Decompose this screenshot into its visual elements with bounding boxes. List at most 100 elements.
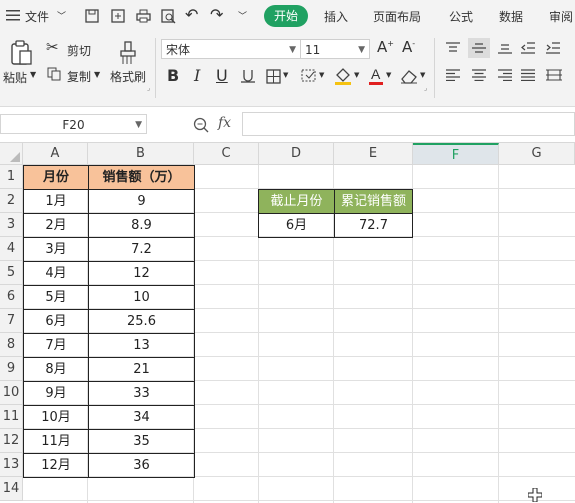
table-cell-sales[interactable]: 7.2 bbox=[88, 237, 195, 262]
col-header-f[interactable]: F bbox=[413, 143, 499, 165]
quick-access-dropdown-icon[interactable]: ﹀ bbox=[238, 9, 247, 22]
tab-home[interactable]: 开始 bbox=[264, 5, 308, 27]
format-painter-button[interactable]: 格式刷 bbox=[110, 68, 146, 85]
copy-dropdown-icon[interactable]: ▼ bbox=[94, 70, 100, 79]
font-expand-icon[interactable]: ⌟ bbox=[424, 84, 427, 92]
print-preview-icon[interactable] bbox=[160, 8, 176, 24]
col-header-d[interactable]: D bbox=[259, 143, 334, 165]
row-header-3[interactable]: 3 bbox=[0, 213, 23, 237]
chevron-down-icon[interactable]: ﹀ bbox=[57, 9, 66, 22]
table-cell-sales[interactable]: 35 bbox=[88, 429, 195, 454]
eraser-dropdown-icon[interactable]: ▼ bbox=[420, 71, 425, 79]
row-header-4[interactable]: 4 bbox=[0, 237, 23, 261]
col-header-g[interactable]: G bbox=[499, 143, 575, 165]
summary-cell-total[interactable]: 72.7 bbox=[334, 213, 413, 238]
strikethrough-icon[interactable] bbox=[240, 68, 256, 84]
increase-indent-icon[interactable] bbox=[545, 41, 561, 55]
bold-icon[interactable]: B bbox=[167, 66, 179, 85]
copy-icon[interactable] bbox=[46, 66, 62, 82]
table-cell-sales[interactable]: 34 bbox=[88, 405, 195, 430]
name-box[interactable]: F20 ▼ bbox=[0, 114, 147, 134]
row-header-2[interactable]: 2 bbox=[0, 189, 23, 213]
select-all-corner[interactable] bbox=[0, 143, 23, 165]
col-header-a[interactable]: A bbox=[23, 143, 88, 165]
align-right-icon[interactable] bbox=[497, 68, 513, 82]
tab-data[interactable]: 数据 bbox=[499, 8, 523, 25]
row-header-12[interactable]: 12 bbox=[0, 429, 23, 453]
italic-icon[interactable]: I bbox=[194, 66, 200, 85]
font-size-select[interactable]: 11 ▼ bbox=[300, 39, 370, 59]
zoom-icon[interactable] bbox=[192, 116, 210, 134]
table-cell-month[interactable]: 7月 bbox=[23, 333, 89, 358]
table-cell-month[interactable]: 6月 bbox=[23, 309, 89, 334]
fill-pattern-icon[interactable] bbox=[300, 68, 318, 84]
table-cell-sales[interactable]: 13 bbox=[88, 333, 195, 358]
table-cell-sales[interactable]: 25.6 bbox=[88, 309, 195, 334]
table-cell-month[interactable]: 12月 bbox=[23, 453, 89, 478]
table-header-month[interactable]: 月份 bbox=[23, 165, 89, 190]
undo-icon[interactable]: ↶ bbox=[185, 5, 198, 24]
print-icon[interactable] bbox=[135, 8, 151, 24]
decrease-indent-icon[interactable] bbox=[520, 41, 536, 55]
fill-pattern-dropdown-icon[interactable]: ▼ bbox=[319, 71, 324, 79]
table-header-sales[interactable]: 销售额（万） bbox=[88, 165, 195, 190]
format-painter-icon[interactable] bbox=[116, 40, 140, 66]
summary-header-total[interactable]: 累记销售额 bbox=[334, 189, 413, 214]
row-header-1[interactable]: 1 bbox=[0, 165, 23, 189]
tab-formulas[interactable]: 公式 bbox=[449, 8, 473, 25]
table-cell-sales[interactable]: 9 bbox=[88, 189, 195, 214]
tab-insert[interactable]: 插入 bbox=[324, 8, 348, 25]
table-cell-month[interactable]: 5月 bbox=[23, 285, 89, 310]
align-left-icon[interactable] bbox=[445, 68, 461, 82]
table-cell-month[interactable]: 8月 bbox=[23, 357, 89, 382]
table-cell-month[interactable]: 10月 bbox=[23, 405, 89, 430]
borders-icon[interactable] bbox=[265, 68, 281, 84]
borders-dropdown-icon[interactable]: ▼ bbox=[283, 71, 288, 79]
justify-icon[interactable] bbox=[520, 68, 536, 82]
cut-button[interactable]: 剪切 bbox=[67, 42, 91, 59]
table-cell-month[interactable]: 3月 bbox=[23, 237, 89, 262]
font-color-icon[interactable]: A bbox=[368, 66, 384, 86]
table-cell-sales[interactable]: 10 bbox=[88, 285, 195, 310]
row-header-6[interactable]: 6 bbox=[0, 285, 23, 309]
col-header-b[interactable]: B bbox=[88, 143, 194, 165]
table-cell-sales[interactable]: 36 bbox=[88, 453, 195, 478]
file-menu[interactable]: 文件 bbox=[25, 8, 49, 25]
row-header-13[interactable]: 13 bbox=[0, 453, 23, 477]
fill-color-dropdown-icon[interactable]: ▼ bbox=[354, 71, 359, 79]
paste-button[interactable]: 粘贴 bbox=[3, 69, 27, 86]
row-header-9[interactable]: 9 bbox=[0, 357, 23, 381]
export-icon[interactable] bbox=[110, 8, 126, 24]
increase-font-icon[interactable]: A+ bbox=[377, 38, 394, 56]
paste-icon[interactable] bbox=[8, 40, 34, 66]
table-cell-month[interactable]: 1月 bbox=[23, 189, 89, 214]
clipboard-expand-icon[interactable]: ⌟ bbox=[147, 84, 150, 92]
align-bottom-icon[interactable] bbox=[497, 41, 513, 55]
redo-icon[interactable]: ↷ bbox=[210, 5, 223, 24]
table-cell-sales[interactable]: 33 bbox=[88, 381, 195, 406]
table-cell-month[interactable]: 4月 bbox=[23, 261, 89, 286]
table-cell-month[interactable]: 9月 bbox=[23, 381, 89, 406]
align-center-icon[interactable] bbox=[471, 68, 487, 82]
distributed-icon[interactable] bbox=[545, 68, 563, 82]
eraser-icon[interactable] bbox=[400, 68, 418, 84]
row-header-11[interactable]: 11 bbox=[0, 405, 23, 429]
formula-input[interactable] bbox=[242, 112, 575, 136]
table-cell-sales[interactable]: 8.9 bbox=[88, 213, 195, 238]
tab-page-layout[interactable]: 页面布局 bbox=[373, 8, 421, 25]
fill-color-icon[interactable] bbox=[334, 67, 352, 85]
row-header-10[interactable]: 10 bbox=[0, 381, 23, 405]
table-cell-month[interactable]: 2月 bbox=[23, 213, 89, 238]
row-header-8[interactable]: 8 bbox=[0, 333, 23, 357]
font-name-select[interactable]: 宋体 ▼ bbox=[161, 39, 301, 59]
row-header-5[interactable]: 5 bbox=[0, 261, 23, 285]
summary-cell-month[interactable]: 6月 bbox=[258, 213, 335, 238]
fx-icon[interactable]: fx bbox=[218, 115, 231, 131]
save-icon[interactable] bbox=[84, 8, 100, 24]
col-header-c[interactable]: C bbox=[194, 143, 259, 165]
table-cell-sales[interactable]: 21 bbox=[88, 357, 195, 382]
row-header-14[interactable]: 14 bbox=[0, 477, 23, 501]
summary-header-month[interactable]: 截止月份 bbox=[258, 189, 335, 214]
paste-dropdown-icon[interactable]: ▼ bbox=[30, 70, 36, 79]
copy-button[interactable]: 复制 bbox=[67, 68, 91, 85]
